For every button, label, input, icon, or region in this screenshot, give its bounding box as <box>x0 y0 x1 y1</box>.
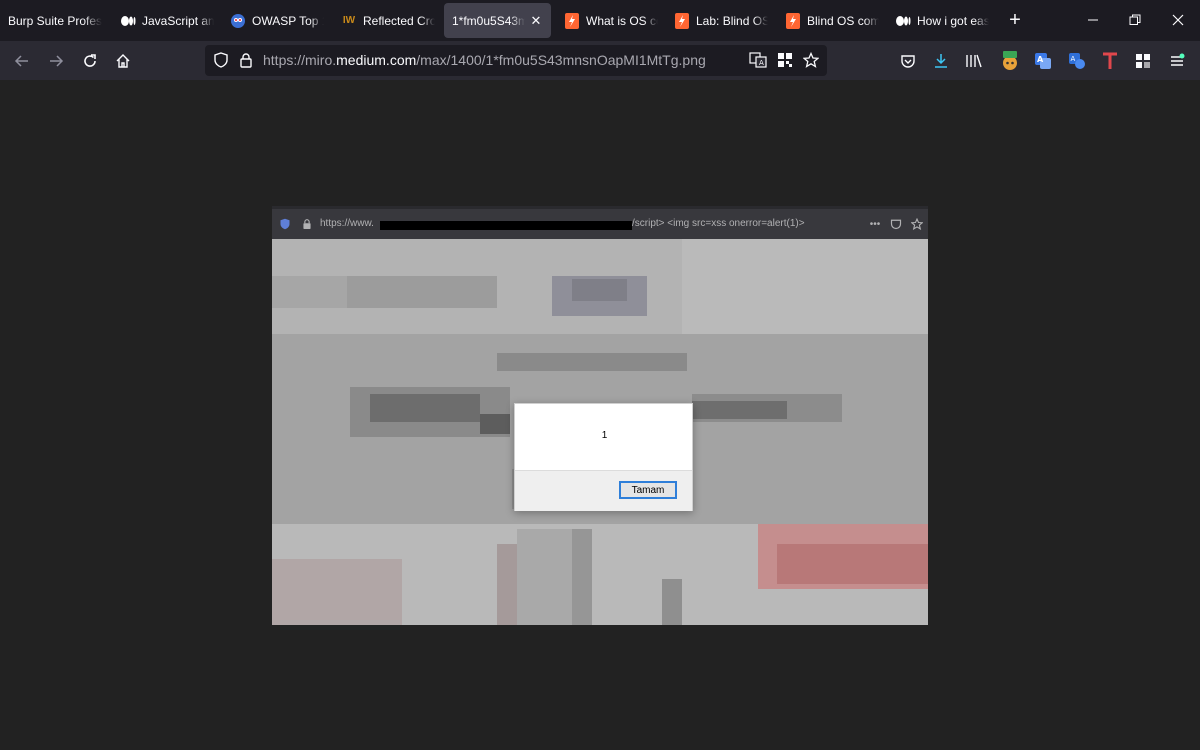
portswigger-icon <box>564 12 580 29</box>
alert-dialog: 1 Tamam <box>514 403 693 511</box>
redacted-url-bar <box>380 221 632 230</box>
tab-what-is-os[interactable]: What is OS co <box>556 3 666 38</box>
language-extension-icon[interactable]: A <box>1067 51 1087 71</box>
close-tab-icon[interactable]: ✕ <box>529 13 543 29</box>
lock-icon <box>300 217 314 231</box>
url-prefix: https://miro. <box>263 52 337 68</box>
pocket-icon[interactable] <box>898 51 918 71</box>
svg-text:A: A <box>759 59 764 67</box>
displayed-screenshot-image: https://www. /script> <img src=xss onerr… <box>272 206 928 625</box>
tab-label: Reflected Cro <box>363 13 435 28</box>
translate-extension-icon[interactable]: A <box>1033 51 1053 71</box>
tab-label: 1*fm0u5S43mn <box>452 13 525 28</box>
downloads-icon[interactable] <box>931 51 951 71</box>
home-button[interactable] <box>112 50 134 72</box>
shield-icon <box>278 217 292 231</box>
tab-label: OWASP Top 1 <box>252 13 324 28</box>
t-extension-icon[interactable] <box>1100 51 1120 71</box>
navigation-toolbar: https://miro.medium.com/max/1400/1*fm0u5… <box>0 41 1200 80</box>
tab-blind-os-comm[interactable]: Blind OS comm <box>777 3 887 38</box>
lock-icon[interactable] <box>236 50 256 70</box>
tab-javascript[interactable]: JavaScript ana <box>112 3 222 38</box>
reload-button[interactable] <box>79 50 101 72</box>
owasp-icon <box>230 13 246 29</box>
alert-ok-button: Tamam <box>619 481 677 499</box>
forward-button[interactable] <box>45 50 67 72</box>
restore-button[interactable] <box>1125 10 1145 30</box>
minimize-button[interactable] <box>1083 10 1103 30</box>
new-tab-button[interactable]: + <box>1005 8 1025 32</box>
url-bar[interactable]: https://miro.medium.com/max/1400/1*fm0u5… <box>205 45 827 76</box>
translate-page-icon[interactable]: A <box>748 50 768 70</box>
bookmark-star-icon <box>910 217 924 231</box>
svg-text:A: A <box>1037 55 1044 64</box>
tab-active-image[interactable]: 1*fm0u5S43mn ✕ <box>444 3 551 38</box>
portswigger-icon <box>785 12 801 29</box>
tab-strip: Burp Suite Profess JavaScript ana OWASP … <box>0 0 1200 41</box>
medium-icon <box>120 13 136 29</box>
app-menu-icon[interactable] <box>1167 51 1187 71</box>
tab-label: JavaScript ana <box>142 13 214 28</box>
alert-footer: Tamam <box>515 470 692 511</box>
bookmark-star-icon[interactable] <box>801 50 821 70</box>
url-domain: medium.com <box>336 52 417 68</box>
localhost-extension-icon[interactable] <box>1000 51 1020 71</box>
tab-burp-suite[interactable]: Burp Suite Profess <box>0 3 110 38</box>
medium-icon <box>895 13 911 29</box>
more-icon: ••• <box>869 218 881 230</box>
alert-message: 1 <box>601 430 608 441</box>
tab-owasp[interactable]: OWASP Top 1 <box>222 3 332 38</box>
tab-label: Blind OS comm <box>807 13 879 28</box>
tab-label: Lab: Blind OS <box>696 13 768 28</box>
svg-text:A: A <box>1071 55 1076 63</box>
shield-icon[interactable] <box>211 50 231 70</box>
back-button[interactable] <box>11 50 33 72</box>
portswigger-icon <box>674 12 690 29</box>
image-viewer: https://www. /script> <img src=xss onerr… <box>0 80 1200 750</box>
screenshot-url-start: https://www. <box>320 218 374 229</box>
pocket-icon <box>889 217 903 231</box>
iw-icon: IW <box>342 15 356 26</box>
tab-label: What is OS co <box>586 13 658 28</box>
screenshot-url-payload: /script> <img src=xss onerror=alert(1)> <box>632 218 805 229</box>
tab-label: How i got eas <box>917 13 989 28</box>
tab-lab-blind-os[interactable]: Lab: Blind OS <box>666 3 776 38</box>
url-text[interactable]: https://miro.medium.com/max/1400/1*fm0u5… <box>263 52 706 68</box>
tab-how-i-got[interactable]: How i got eas <box>887 3 997 38</box>
url-path: /max/1400/1*fm0u5S43mnsnOapMI1MtTg.png <box>416 52 706 68</box>
screenshot-browser-bar: https://www. /script> <img src=xss onerr… <box>272 206 928 239</box>
tab-reflected[interactable]: IW Reflected Cro <box>333 3 443 38</box>
extensions-icon[interactable] <box>1133 51 1153 71</box>
tab-label: Burp Suite Profess <box>8 13 102 28</box>
pixelated-page-content: 1 Tamam <box>272 239 928 625</box>
library-icon[interactable] <box>964 51 984 71</box>
qr-code-icon[interactable] <box>775 50 795 70</box>
close-window-button[interactable] <box>1168 10 1188 30</box>
